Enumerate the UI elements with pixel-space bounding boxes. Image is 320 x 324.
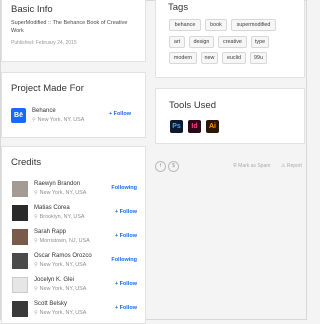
noncommercial-icon[interactable]: $ [168, 161, 179, 172]
credit-location: ⚲ New York, NY, USA [34, 190, 86, 196]
credit-row: Jocelyn K. Glei ⚲ New York, NY, USA + Fol… [12, 277, 137, 297]
warning-icon: ⚠ [281, 163, 286, 169]
following-button[interactable]: Following [111, 185, 137, 191]
tools-used-title: Tools Used [169, 100, 216, 111]
credit-row: Oscar Ramos Orozco ⚲ New York, NY, USA Fo… [12, 253, 137, 273]
credit-location: ⚲ New York, NY, USA [34, 310, 86, 316]
follow-button[interactable]: + Follow [115, 233, 137, 239]
illustrator-icon[interactable]: Ai [206, 120, 219, 133]
credit-location: ⚲ Morristown, NJ, USA [34, 238, 90, 244]
tag-design[interactable]: design [189, 36, 214, 48]
location-pin-icon: ⚲ [34, 238, 38, 244]
follow-button[interactable]: + Follow [115, 305, 137, 311]
tag-art[interactable]: art [169, 36, 185, 48]
credit-name[interactable]: Oscar Ramos Orozco [34, 253, 92, 259]
tags-card: Tags behance book supermodified art desi… [155, 0, 305, 78]
tag-new[interactable]: new [201, 52, 218, 64]
location-pin-icon: ⚲ [34, 262, 38, 268]
credit-name[interactable]: Scott Belsky [34, 301, 67, 307]
tags-title: Tags [168, 2, 189, 13]
credit-row: Sarah Rapp ⚲ Morristown, NJ, USA + Follow [12, 229, 137, 249]
shield-icon: ⛨ [233, 163, 237, 169]
credit-name[interactable]: Sarah Rapp [34, 229, 66, 235]
credit-location: ⚲ Brooklyn, NY, USA [34, 214, 85, 220]
credit-location: ⚲ New York, NY, USA [34, 262, 86, 268]
report-label: Report [286, 163, 302, 169]
follow-button[interactable]: + Follow [115, 209, 137, 215]
credit-location-text: New York, NY, USA [39, 190, 87, 196]
project-owner-location: ⚲ New York, NY, USA [32, 117, 84, 123]
avatar[interactable] [12, 277, 28, 293]
footer-actions: f $ ⛨ Mark as Spam ⚠ Report [155, 160, 305, 174]
photoshop-icon[interactable]: Ps [170, 120, 183, 133]
credit-location-text: New York, NY, USA [39, 310, 87, 316]
tag-type[interactable]: type [251, 36, 269, 48]
credits-card: Credits Raewyn Brandon ⚲ New York, NY, US… [1, 146, 146, 324]
tag-behance[interactable]: behance [169, 19, 201, 31]
location-pin-icon: ⚲ [32, 117, 36, 123]
credit-row: Matias Corea ⚲ Brooklyn, NY, USA + Follow [12, 205, 137, 225]
tag-book[interactable]: book [205, 19, 227, 31]
basic-info-card: Basic Info SuperModified :: The Behance … [1, 0, 146, 62]
report-link[interactable]: ⚠ Report [281, 163, 302, 169]
creative-commons-icon[interactable]: f [155, 161, 166, 172]
location-pin-icon: ⚲ [34, 190, 38, 196]
location-pin-icon: ⚲ [34, 286, 38, 292]
mark-as-spam-link[interactable]: ⛨ Mark as Spam [233, 163, 270, 169]
following-button[interactable]: Following [111, 257, 137, 263]
credits-title: Credits [11, 157, 42, 168]
tag-modern[interactable]: modern [169, 52, 197, 64]
location-pin-icon: ⚲ [34, 310, 38, 316]
project-made-for-card: Project Made For Bē Behance ⚲ New York, N… [1, 72, 146, 138]
credit-name[interactable]: Raewyn Brandon [34, 181, 80, 187]
credit-name[interactable]: Jocelyn K. Glei [34, 277, 74, 283]
credit-location-text: New York, NY, USA [39, 286, 87, 292]
credit-location-text: New York, NY, USA [39, 262, 87, 268]
tag-supermodified[interactable]: supermodified [231, 19, 276, 31]
avatar[interactable] [12, 205, 28, 221]
project-owner-name[interactable]: Behance [32, 108, 56, 114]
avatar[interactable] [12, 181, 28, 197]
published-date: Published: February 24, 2015 [11, 40, 77, 46]
credit-location: ⚲ New York, NY, USA [34, 286, 86, 292]
basic-info-title: Basic Info [11, 4, 53, 15]
indesign-icon[interactable]: Id [188, 120, 201, 133]
avatar[interactable] [12, 301, 28, 317]
credit-location-text: Brooklyn, NY, USA [39, 214, 85, 220]
location-text: New York, NY, USA [37, 117, 85, 123]
tools-used-card: Tools Used Ps Id Ai [155, 88, 305, 144]
location-pin-icon: ⚲ [34, 214, 38, 220]
behance-logo-icon[interactable]: Bē [11, 108, 26, 123]
project-made-for-title: Project Made For [11, 83, 84, 94]
credit-location-text: Morristown, NJ, USA [39, 238, 90, 244]
follow-button[interactable]: + Follow [115, 281, 137, 287]
project-description: SuperModified :: The Behance Book of Cre… [11, 20, 128, 34]
credit-row: Scott Belsky ⚲ New York, NY, USA + Follow [12, 301, 137, 321]
avatar[interactable] [12, 229, 28, 245]
tag-99u[interactable]: 99u [250, 52, 267, 64]
credit-row: Raewyn Brandon ⚲ New York, NY, USA Follow… [12, 181, 137, 201]
follow-button[interactable]: + Follow [109, 111, 131, 117]
avatar[interactable] [12, 253, 28, 269]
tag-euclid[interactable]: euclid [222, 52, 246, 64]
mark-as-spam-label: Mark as Spam [238, 163, 271, 169]
credit-name[interactable]: Matias Corea [34, 205, 70, 211]
tag-creative[interactable]: creative [218, 36, 247, 48]
